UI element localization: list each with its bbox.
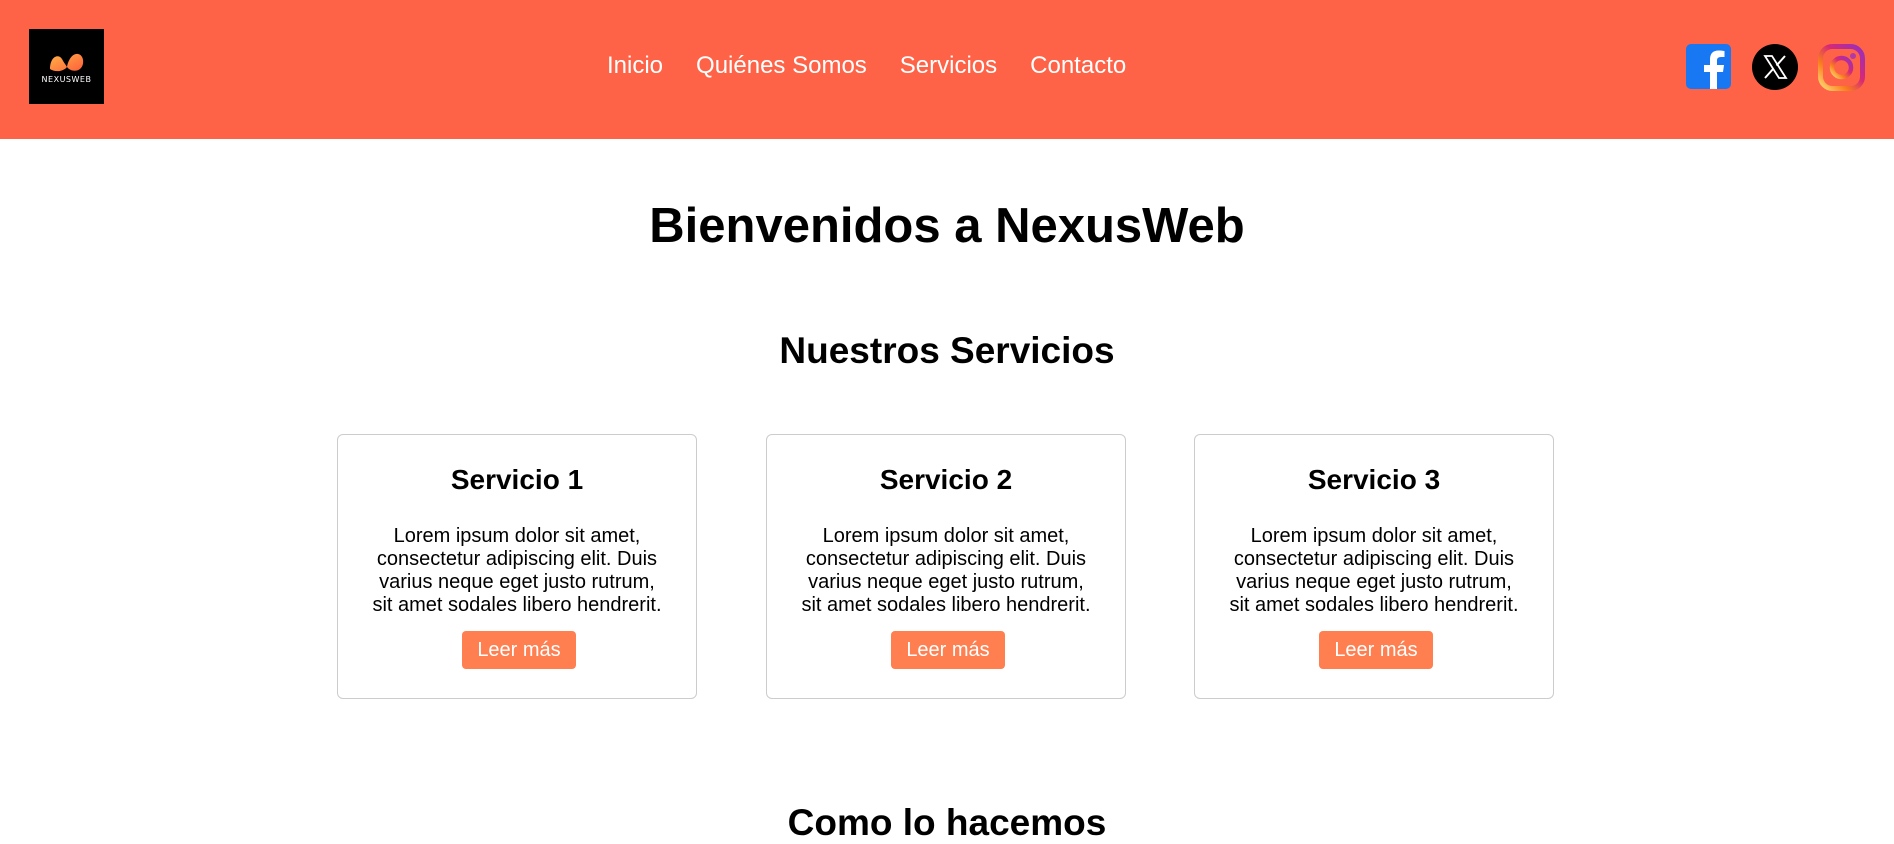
service-card-1: Servicio 1 Lorem ipsum dolor sit amet, c… bbox=[337, 434, 697, 699]
service-card-title: Servicio 3 bbox=[1307, 464, 1441, 495]
read-more-button[interactable]: Leer más bbox=[891, 631, 1005, 669]
main-nav: Inicio Quiénes Somos Servicios Contacto bbox=[0, 52, 1894, 86]
nav-link-quienes-somos[interactable]: Quiénes Somos bbox=[696, 52, 867, 80]
instagram-icon[interactable] bbox=[1818, 44, 1865, 91]
read-more-button[interactable]: Leer más bbox=[462, 631, 576, 669]
service-card-text: Lorem ipsum dolor sit amet, consectetur … bbox=[372, 525, 662, 616]
service-card-text: Lorem ipsum dolor sit amet, consectetur … bbox=[801, 525, 1091, 616]
service-card-title: Servicio 2 bbox=[879, 464, 1013, 495]
page-title: Bienvenidos a NexusWeb bbox=[649, 199, 1245, 253]
how-we-do-it-title: Como lo hacemos bbox=[787, 802, 1107, 843]
x-icon[interactable] bbox=[1752, 44, 1798, 90]
nav-link-inicio[interactable]: Inicio bbox=[607, 52, 663, 80]
nav-link-contacto[interactable]: Contacto bbox=[1030, 52, 1126, 80]
service-card-3: Servicio 3 Lorem ipsum dolor sit amet, c… bbox=[1194, 434, 1554, 699]
facebook-icon[interactable] bbox=[1686, 44, 1731, 89]
service-card-title: Servicio 1 bbox=[450, 464, 584, 495]
nav-link-servicios[interactable]: Servicios bbox=[900, 52, 997, 80]
services-section-title: Nuestros Servicios bbox=[779, 330, 1115, 371]
site-header: NEXUSWEB Inicio Quiénes Somos Servicios Con… bbox=[0, 0, 1894, 139]
read-more-button[interactable]: Leer más bbox=[1319, 631, 1433, 669]
service-card-text: Lorem ipsum dolor sit amet, consectetur … bbox=[1229, 525, 1519, 616]
service-card-2: Servicio 2 Lorem ipsum dolor sit amet, c… bbox=[766, 434, 1126, 699]
